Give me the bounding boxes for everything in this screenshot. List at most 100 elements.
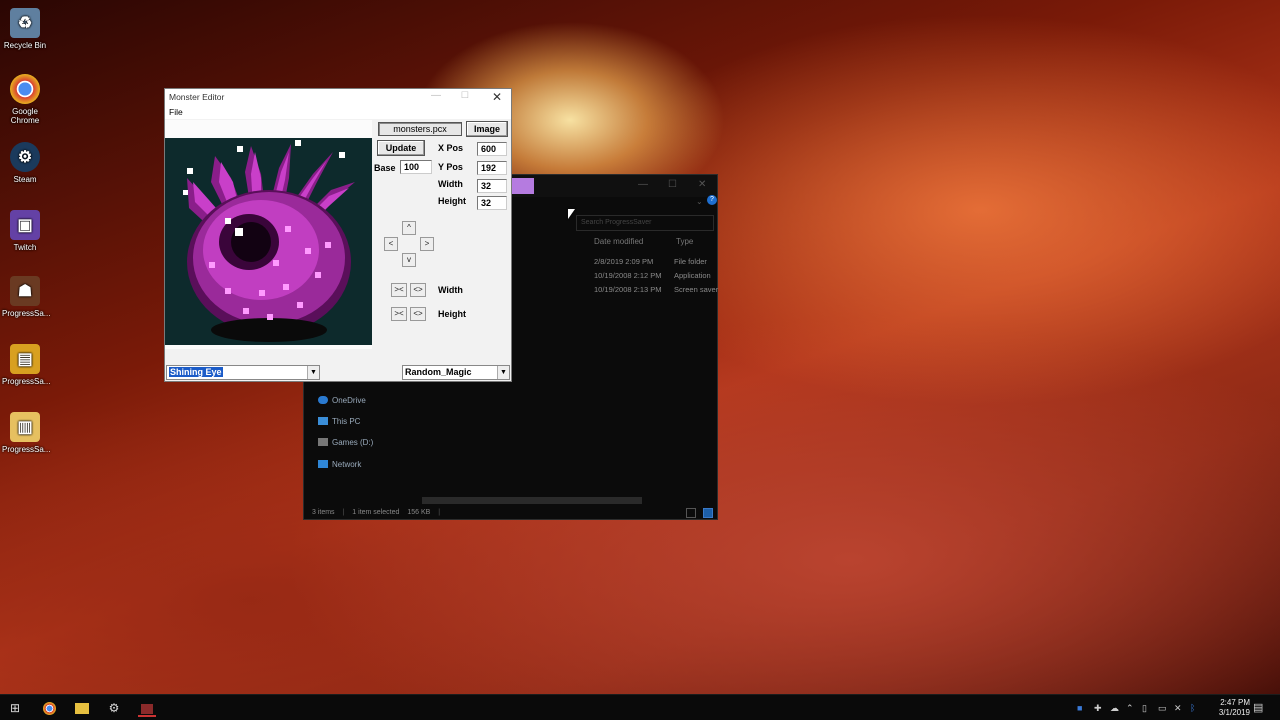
close-icon[interactable]: ✕	[698, 179, 706, 190]
file-row[interactable]: 2/8/2019 2:09 PM File folder	[594, 257, 707, 266]
tray-chevron-icon[interactable]: ⌃	[1126, 703, 1134, 714]
file-explorer-taskbar-icon[interactable]	[73, 699, 91, 717]
move-left-button[interactable]: <	[384, 237, 398, 251]
menu-file[interactable]: File	[169, 107, 183, 117]
move-up-button[interactable]: ^	[402, 221, 416, 235]
nav-label: This PC	[332, 417, 361, 426]
minimize-icon[interactable]: —	[431, 90, 441, 101]
desktop-icon-progress-3[interactable]: ▥ ProgressSa...	[2, 412, 50, 454]
width-grow-button[interactable]: <>	[410, 283, 426, 297]
battery-icon[interactable]: ▯	[1142, 703, 1147, 714]
width-shrink-button[interactable]: ><	[391, 283, 407, 297]
bluetooth-icon[interactable]: ᛒ	[1190, 703, 1195, 713]
desktop-icon-label: ProgressSa...	[2, 309, 51, 318]
category-select[interactable]: Random_Magic ▼	[402, 365, 510, 380]
desktop-icon-recycle-bin[interactable]: ♻ Recycle Bin	[2, 8, 48, 50]
window-title-bar[interactable]: Monster Editor	[165, 89, 511, 106]
progressquest-icon: ☗	[10, 276, 40, 306]
sprite-file-field[interactable]: monsters.pcx	[378, 122, 462, 136]
update-button[interactable]: Update	[377, 140, 425, 156]
desktop-icon-chrome[interactable]: Google Chrome	[2, 74, 48, 125]
file-row[interactable]: 10/19/2008 2:12 PM Application	[594, 271, 711, 280]
onedrive-icon	[318, 396, 328, 404]
tiles-view-icon[interactable]	[703, 508, 713, 518]
height-shrink-button[interactable]: ><	[391, 307, 407, 321]
network-tray-icon[interactable]: ▭	[1158, 703, 1167, 714]
grow-icon: <>	[413, 309, 423, 318]
monster-select[interactable]: Shining Eye ▼	[166, 365, 320, 380]
file-type: File folder	[674, 257, 707, 266]
ypos-value: 192	[481, 163, 497, 173]
nav-item-network[interactable]: Network	[318, 460, 361, 469]
pc-icon	[318, 417, 328, 425]
arrow-up-icon: ^	[407, 223, 411, 232]
nav-item-this-pc[interactable]: This PC	[318, 417, 360, 426]
nav-label: OneDrive	[332, 396, 366, 405]
window-title: Monster Editor	[169, 92, 225, 102]
horizontal-scrollbar[interactable]	[422, 497, 642, 504]
base-input[interactable]: 100	[400, 160, 432, 174]
image-button[interactable]: Image	[466, 121, 508, 137]
monster-editor-taskbar-icon[interactable]	[138, 699, 156, 717]
width-input[interactable]: 32	[477, 179, 507, 193]
xpos-input[interactable]: 600	[477, 142, 507, 156]
category-select-value: Random_Magic	[405, 367, 472, 377]
desktop-icon-label: Google Chrome	[10, 107, 40, 125]
base-label: Base	[374, 163, 396, 173]
nav-item-games-drive[interactable]: Games (D:)	[318, 438, 373, 447]
steam-icon: ⚙	[10, 142, 40, 172]
start-windows-icon[interactable]: ⊞	[6, 699, 24, 717]
taskbar: ⊞ ⚙ ■ ✚ ☁ ⌃ ▯ ▭ ✕ ᛒ 2:47 PM 3/1/2019 ▤	[0, 694, 1280, 720]
volume-muted-icon[interactable]: ✕	[1174, 703, 1182, 714]
desktop-icon-twitch[interactable]: ▣ Twitch	[2, 210, 48, 252]
close-icon[interactable]: ✕	[492, 90, 502, 104]
status-selected: 1 item selected	[352, 509, 400, 516]
move-right-button[interactable]: >	[420, 237, 434, 251]
file-date: 2/8/2019 2:09 PM	[594, 257, 654, 266]
details-view-icon[interactable]	[686, 508, 696, 518]
column-date-modified[interactable]: Date modified	[594, 237, 643, 246]
steam-taskbar-icon[interactable]: ⚙	[105, 699, 123, 717]
status-bar: 3 items | 1 item selected 156 KB |	[312, 509, 441, 516]
minimize-icon[interactable]: —	[638, 179, 648, 190]
help-icon[interactable]: ?	[707, 195, 717, 205]
system-clock[interactable]: 2:47 PM 3/1/2019	[1219, 698, 1250, 718]
ypos-label: Y Pos	[438, 162, 463, 172]
height-grow-button[interactable]: <>	[410, 307, 426, 321]
desktop-icon-progress-1[interactable]: ☗ ProgressSa...	[2, 276, 51, 318]
column-type[interactable]: Type	[676, 237, 693, 246]
sprite-file-name: monsters.pcx	[393, 124, 447, 134]
desktop-icon-progress-2[interactable]: ▤ ProgressSa...	[2, 344, 50, 386]
grow-icon: <>	[413, 285, 423, 294]
height-input[interactable]: 32	[477, 196, 507, 210]
chevron-down-icon[interactable]: ▼	[497, 366, 509, 379]
monster-editor-window[interactable]: Monster Editor — ☐ ✕ File monsters.pcx I…	[164, 88, 512, 382]
nav-item-onedrive[interactable]: OneDrive	[318, 396, 366, 405]
onedrive-tray-icon[interactable]: ☁	[1110, 703, 1119, 714]
chrome-taskbar-icon[interactable]	[40, 699, 58, 717]
file-type: Screen saver	[674, 285, 719, 294]
chevron-down-icon[interactable]: ▼	[307, 366, 319, 379]
ypos-input[interactable]: 192	[477, 161, 507, 175]
menu-bar: File	[165, 106, 511, 119]
progressquest-file-icon: ▥	[10, 412, 40, 442]
tray-app-icon[interactable]: ■	[1077, 703, 1082, 713]
notification-icon[interactable]: ▤	[1253, 701, 1263, 714]
maximize-icon[interactable]: ☐	[461, 90, 469, 101]
xpos-value: 600	[481, 144, 497, 154]
folder-color-swatch	[512, 178, 534, 194]
network-icon	[318, 460, 328, 468]
move-down-button[interactable]: v	[402, 253, 416, 267]
shining-eye-sprite-icon	[183, 140, 355, 342]
chevron-down-icon[interactable]: ⌄	[696, 197, 703, 206]
shrink-icon: ><	[394, 309, 404, 318]
image-button-label: Image	[473, 124, 500, 134]
chrome-icon	[10, 74, 40, 104]
progressquest-folder-icon: ▤	[10, 344, 40, 374]
search-input[interactable]: Search ProgressSaver	[576, 215, 714, 231]
drive-icon	[318, 438, 328, 446]
desktop-icon-steam[interactable]: ⚙ Steam	[2, 142, 48, 184]
maximize-icon[interactable]: ☐	[668, 179, 677, 190]
file-row[interactable]: 10/19/2008 2:13 PM Screen saver	[594, 285, 718, 294]
tray-security-icon[interactable]: ✚	[1094, 703, 1102, 714]
